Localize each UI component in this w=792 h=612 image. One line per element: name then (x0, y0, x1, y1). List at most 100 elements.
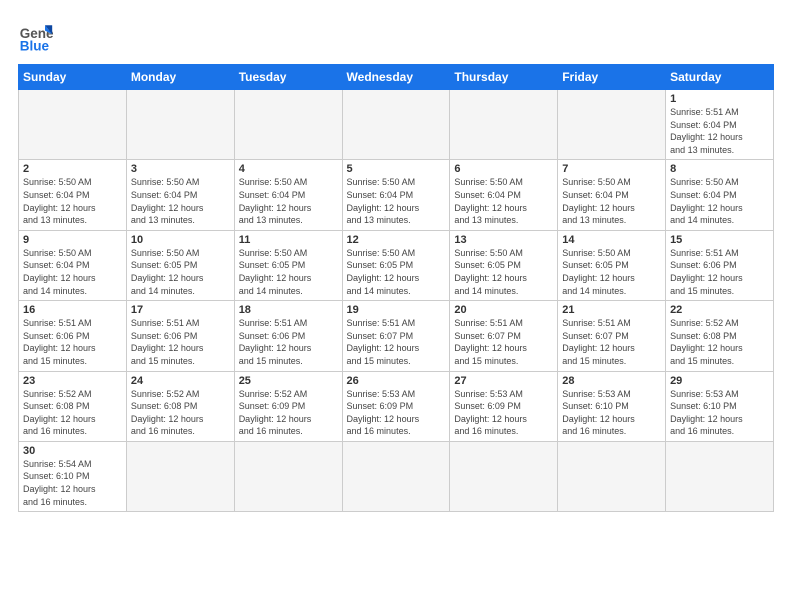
day-cell-22: 22Sunrise: 5:52 AM Sunset: 6:08 PM Dayli… (666, 301, 774, 371)
day-number: 30 (23, 445, 122, 457)
empty-cell (234, 441, 342, 511)
day-cell-25: 25Sunrise: 5:52 AM Sunset: 6:09 PM Dayli… (234, 371, 342, 441)
calendar-row-3: 16Sunrise: 5:51 AM Sunset: 6:06 PM Dayli… (19, 301, 774, 371)
empty-cell (342, 441, 450, 511)
day-info: Sunrise: 5:50 AM Sunset: 6:05 PM Dayligh… (347, 247, 446, 297)
day-cell-8: 8Sunrise: 5:50 AM Sunset: 6:04 PM Daylig… (666, 160, 774, 230)
header: General Blue (18, 18, 774, 54)
day-number: 15 (670, 234, 769, 246)
day-info: Sunrise: 5:51 AM Sunset: 6:06 PM Dayligh… (239, 317, 338, 367)
day-info: Sunrise: 5:53 AM Sunset: 6:10 PM Dayligh… (670, 388, 769, 438)
day-info: Sunrise: 5:51 AM Sunset: 6:07 PM Dayligh… (454, 317, 553, 367)
day-cell-6: 6Sunrise: 5:50 AM Sunset: 6:04 PM Daylig… (450, 160, 558, 230)
day-number: 20 (454, 304, 553, 316)
empty-cell (558, 90, 666, 160)
day-number: 4 (239, 163, 338, 175)
day-cell-16: 16Sunrise: 5:51 AM Sunset: 6:06 PM Dayli… (19, 301, 127, 371)
day-number: 3 (131, 163, 230, 175)
day-number: 10 (131, 234, 230, 246)
day-info: Sunrise: 5:52 AM Sunset: 6:08 PM Dayligh… (23, 388, 122, 438)
day-info: Sunrise: 5:53 AM Sunset: 6:09 PM Dayligh… (347, 388, 446, 438)
day-info: Sunrise: 5:50 AM Sunset: 6:04 PM Dayligh… (131, 176, 230, 226)
day-cell-20: 20Sunrise: 5:51 AM Sunset: 6:07 PM Dayli… (450, 301, 558, 371)
day-number: 12 (347, 234, 446, 246)
day-number: 21 (562, 304, 661, 316)
day-info: Sunrise: 5:51 AM Sunset: 6:04 PM Dayligh… (670, 106, 769, 156)
day-info: Sunrise: 5:50 AM Sunset: 6:05 PM Dayligh… (239, 247, 338, 297)
day-number: 11 (239, 234, 338, 246)
day-cell-10: 10Sunrise: 5:50 AM Sunset: 6:05 PM Dayli… (126, 230, 234, 300)
day-number: 19 (347, 304, 446, 316)
empty-cell (666, 441, 774, 511)
day-cell-29: 29Sunrise: 5:53 AM Sunset: 6:10 PM Dayli… (666, 371, 774, 441)
day-info: Sunrise: 5:50 AM Sunset: 6:05 PM Dayligh… (454, 247, 553, 297)
calendar-row-5: 30Sunrise: 5:54 AM Sunset: 6:10 PM Dayli… (19, 441, 774, 511)
day-number: 7 (562, 163, 661, 175)
day-cell-9: 9Sunrise: 5:50 AM Sunset: 6:04 PM Daylig… (19, 230, 127, 300)
day-cell-19: 19Sunrise: 5:51 AM Sunset: 6:07 PM Dayli… (342, 301, 450, 371)
weekday-header-saturday: Saturday (666, 65, 774, 90)
weekday-header-monday: Monday (126, 65, 234, 90)
day-number: 13 (454, 234, 553, 246)
weekday-header-sunday: Sunday (19, 65, 127, 90)
day-info: Sunrise: 5:52 AM Sunset: 6:08 PM Dayligh… (670, 317, 769, 367)
day-cell-27: 27Sunrise: 5:53 AM Sunset: 6:09 PM Dayli… (450, 371, 558, 441)
day-cell-18: 18Sunrise: 5:51 AM Sunset: 6:06 PM Dayli… (234, 301, 342, 371)
day-cell-12: 12Sunrise: 5:50 AM Sunset: 6:05 PM Dayli… (342, 230, 450, 300)
day-number: 6 (454, 163, 553, 175)
weekday-header-row: SundayMondayTuesdayWednesdayThursdayFrid… (19, 65, 774, 90)
empty-cell (126, 441, 234, 511)
day-info: Sunrise: 5:53 AM Sunset: 6:09 PM Dayligh… (454, 388, 553, 438)
weekday-header-friday: Friday (558, 65, 666, 90)
day-number: 28 (562, 375, 661, 387)
day-number: 5 (347, 163, 446, 175)
day-info: Sunrise: 5:51 AM Sunset: 6:07 PM Dayligh… (347, 317, 446, 367)
day-number: 29 (670, 375, 769, 387)
weekday-header-tuesday: Tuesday (234, 65, 342, 90)
day-info: Sunrise: 5:50 AM Sunset: 6:04 PM Dayligh… (670, 176, 769, 226)
day-info: Sunrise: 5:51 AM Sunset: 6:06 PM Dayligh… (670, 247, 769, 297)
day-info: Sunrise: 5:51 AM Sunset: 6:06 PM Dayligh… (23, 317, 122, 367)
day-cell-3: 3Sunrise: 5:50 AM Sunset: 6:04 PM Daylig… (126, 160, 234, 230)
empty-cell (19, 90, 127, 160)
day-number: 16 (23, 304, 122, 316)
day-number: 23 (23, 375, 122, 387)
day-number: 27 (454, 375, 553, 387)
day-cell-13: 13Sunrise: 5:50 AM Sunset: 6:05 PM Dayli… (450, 230, 558, 300)
logo-icon: General Blue (18, 18, 54, 54)
calendar-table: SundayMondayTuesdayWednesdayThursdayFrid… (18, 64, 774, 512)
day-info: Sunrise: 5:50 AM Sunset: 6:04 PM Dayligh… (562, 176, 661, 226)
empty-cell (558, 441, 666, 511)
day-number: 2 (23, 163, 122, 175)
day-info: Sunrise: 5:51 AM Sunset: 6:07 PM Dayligh… (562, 317, 661, 367)
day-cell-28: 28Sunrise: 5:53 AM Sunset: 6:10 PM Dayli… (558, 371, 666, 441)
day-number: 17 (131, 304, 230, 316)
day-info: Sunrise: 5:53 AM Sunset: 6:10 PM Dayligh… (562, 388, 661, 438)
calendar-row-0: 1Sunrise: 5:51 AM Sunset: 6:04 PM Daylig… (19, 90, 774, 160)
day-number: 26 (347, 375, 446, 387)
weekday-header-thursday: Thursday (450, 65, 558, 90)
empty-cell (126, 90, 234, 160)
day-cell-17: 17Sunrise: 5:51 AM Sunset: 6:06 PM Dayli… (126, 301, 234, 371)
weekday-header-wednesday: Wednesday (342, 65, 450, 90)
calendar-row-4: 23Sunrise: 5:52 AM Sunset: 6:08 PM Dayli… (19, 371, 774, 441)
logo: General Blue (18, 18, 54, 54)
day-number: 1 (670, 93, 769, 105)
day-number: 14 (562, 234, 661, 246)
day-cell-7: 7Sunrise: 5:50 AM Sunset: 6:04 PM Daylig… (558, 160, 666, 230)
day-number: 25 (239, 375, 338, 387)
day-number: 18 (239, 304, 338, 316)
day-cell-4: 4Sunrise: 5:50 AM Sunset: 6:04 PM Daylig… (234, 160, 342, 230)
day-info: Sunrise: 5:52 AM Sunset: 6:09 PM Dayligh… (239, 388, 338, 438)
page: General Blue SundayMondayTuesdayWednesda… (0, 0, 792, 612)
day-info: Sunrise: 5:50 AM Sunset: 6:04 PM Dayligh… (23, 176, 122, 226)
day-cell-11: 11Sunrise: 5:50 AM Sunset: 6:05 PM Dayli… (234, 230, 342, 300)
day-cell-15: 15Sunrise: 5:51 AM Sunset: 6:06 PM Dayli… (666, 230, 774, 300)
empty-cell (234, 90, 342, 160)
day-info: Sunrise: 5:50 AM Sunset: 6:04 PM Dayligh… (239, 176, 338, 226)
day-info: Sunrise: 5:50 AM Sunset: 6:04 PM Dayligh… (23, 247, 122, 297)
svg-text:Blue: Blue (20, 38, 50, 53)
day-cell-26: 26Sunrise: 5:53 AM Sunset: 6:09 PM Dayli… (342, 371, 450, 441)
day-cell-1: 1Sunrise: 5:51 AM Sunset: 6:04 PM Daylig… (666, 90, 774, 160)
day-number: 24 (131, 375, 230, 387)
